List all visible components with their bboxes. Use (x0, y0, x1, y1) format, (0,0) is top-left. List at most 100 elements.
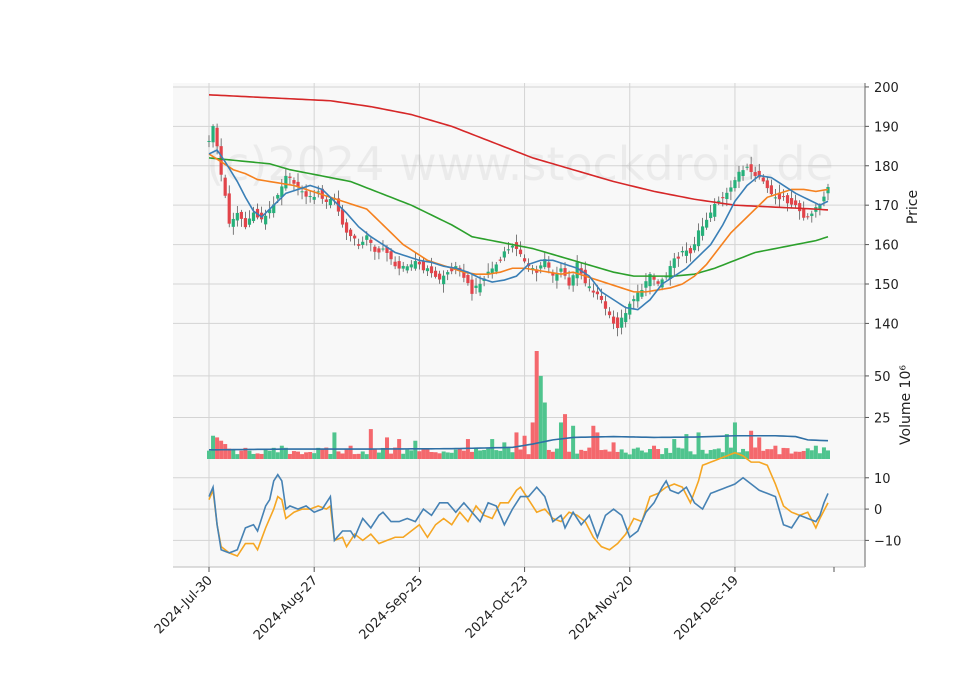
volume-bar (478, 450, 483, 459)
candle-body (466, 274, 470, 284)
candle-body (733, 180, 737, 189)
volume-bar (348, 445, 353, 459)
volume-bar (571, 425, 576, 459)
volume-bar (542, 402, 547, 459)
volume-bar (340, 453, 345, 459)
candle-body (822, 196, 826, 202)
volume-bar (332, 432, 337, 459)
volume-bar (207, 450, 211, 459)
candle-body (361, 241, 365, 245)
volume-bar (518, 449, 523, 459)
candle-body (207, 140, 211, 142)
volume-bar (251, 453, 256, 459)
volume-bar (405, 449, 410, 459)
oscillator-tick-label: −10 (874, 534, 901, 549)
candle-body (806, 216, 810, 218)
candle-body (765, 180, 769, 189)
volume-bar (461, 450, 466, 459)
candle-body (510, 245, 515, 248)
candle-body (328, 198, 332, 206)
volume-bar (708, 450, 713, 459)
volume-bar (437, 453, 442, 459)
volume-bar (623, 452, 628, 459)
candle-body (223, 177, 227, 196)
volume-bar (300, 454, 305, 459)
volume-bar (490, 439, 495, 459)
candle-body (405, 266, 409, 271)
candle-body (397, 261, 401, 269)
x-tick-label: 2024-Jul-30 (152, 573, 216, 637)
price-tick-label: 200 (874, 81, 899, 96)
volume-bar (773, 445, 778, 459)
volume-bar (474, 447, 479, 459)
candle-body (340, 209, 345, 225)
candle-body (640, 289, 644, 297)
volume-bar (554, 448, 559, 459)
volume-bar (312, 453, 317, 459)
volume-bar (631, 448, 636, 459)
candle-body (794, 200, 798, 206)
candle-body (498, 259, 502, 261)
candle-body (692, 244, 697, 251)
price-tick-label: 180 (874, 160, 899, 175)
volume-bar (680, 448, 685, 459)
candle-body (591, 290, 595, 293)
volume-bar (425, 449, 430, 459)
candle-body (789, 198, 794, 205)
volume-bar (809, 450, 814, 459)
candle-body (717, 200, 721, 202)
volume-bar (603, 449, 608, 459)
volume-bar (215, 437, 220, 459)
volume-bar (599, 450, 604, 459)
candle-body (369, 239, 373, 243)
volume-bar (607, 451, 612, 459)
volume-bar (627, 454, 632, 459)
volume-bar (445, 452, 450, 459)
volume-axis-label: Volume 10⁶ (898, 365, 914, 445)
chart-root: 140 150 160 170 180 190 200 Price (c)2024 www.st… (0, 0, 960, 690)
volume-bar (360, 451, 365, 459)
volume-bar (336, 451, 341, 459)
candle-body (656, 281, 660, 284)
volume-bar (660, 454, 665, 459)
candle-body (446, 272, 450, 275)
candle-body (442, 275, 446, 285)
candle-body (288, 176, 292, 178)
volume-bar (797, 451, 802, 459)
volume-bar (652, 445, 657, 459)
candle-body (559, 268, 563, 272)
candle-body (292, 180, 296, 184)
volume-bar (757, 437, 762, 459)
candle-body (798, 203, 802, 212)
candle-body (725, 192, 729, 200)
candle-body (599, 295, 604, 300)
volume-bar (352, 454, 357, 459)
candle-body (413, 261, 417, 269)
volume-bar (587, 447, 592, 459)
volume-bar (235, 454, 240, 459)
candle-body (377, 248, 381, 253)
volume-bar (619, 449, 624, 459)
volume-bar (279, 445, 284, 459)
volume-bar (826, 450, 830, 459)
price-panel-bg (173, 83, 865, 351)
candle-body (587, 286, 591, 289)
candle-body (644, 281, 648, 288)
candle-body (389, 251, 393, 260)
volume-bar (785, 448, 790, 459)
volume-bar (688, 451, 693, 459)
candle-body (312, 196, 316, 200)
volume-bar (275, 452, 280, 459)
volume-bar (639, 450, 644, 459)
volume-bar (368, 429, 373, 459)
volume-bar (777, 454, 782, 459)
oscillator-tick-label: 10 (874, 472, 891, 487)
volume-bar (409, 450, 414, 459)
x-tick-label: 2024-Sep-25 (357, 573, 427, 643)
volume-bar (769, 449, 774, 459)
volume-bar (211, 435, 216, 459)
volume-bar (498, 450, 503, 459)
volume-bar (267, 450, 272, 459)
volume-bar (263, 449, 268, 459)
volume-bar (550, 451, 555, 459)
